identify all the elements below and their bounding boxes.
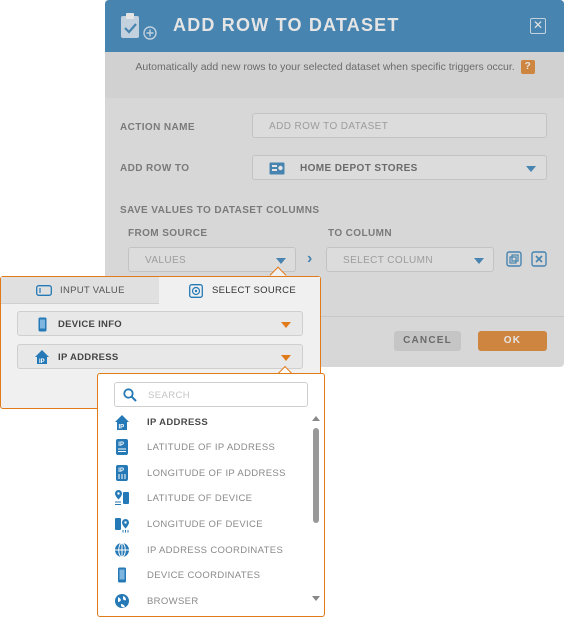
option-label: LONGITUDE OF IP ADDRESS [147,468,286,479]
option-label: LONGITUDE OF DEVICE [147,519,263,530]
ip-house-icon: IP [35,350,49,365]
svg-text:IP: IP [39,359,45,365]
scroll-up-arrow-icon[interactable] [312,416,320,421]
tab-source-label: SELECT SOURCE [212,285,296,296]
option-ip-address[interactable]: IP IP ADDRESS [114,410,306,435]
globe-icon [115,594,129,608]
phone-icon [118,567,126,583]
device-longitude-icon [115,518,129,533]
ip-latitude-icon: IP [116,439,128,455]
field-select[interactable]: IP IP ADDRESS [17,344,303,369]
search-placeholder: SEARCH [148,390,190,401]
option-label: IP ADDRESS [147,417,209,428]
ip-longitude-icon: IP [116,465,128,481]
tab-input-value[interactable]: INPUT VALUE [1,277,159,304]
option-label: LATITUDE OF DEVICE [147,493,253,504]
option-latitude-of-device[interactable]: LATITUDE OF DEVICE [114,486,306,511]
chevron-down-icon [281,322,291,328]
category-select-value: DEVICE INFO [58,319,123,330]
option-label: LATITUDE OF IP ADDRESS [147,442,276,453]
option-label: BROWSER [147,596,199,607]
option-browser[interactable]: BROWSER [114,589,306,614]
tab-input-label: INPUT VALUE [60,285,125,296]
source-target-icon [189,284,203,298]
text-field-icon [36,285,52,296]
option-device-coordinates[interactable]: DEVICE COORDINATES [114,563,306,588]
option-latitude-of-ip[interactable]: IP LATITUDE OF IP ADDRESS [114,435,306,460]
phone-icon [38,317,47,332]
chevron-down-icon [281,355,291,361]
category-select[interactable]: DEVICE INFO [17,311,303,336]
scrollbar-thumb[interactable] [313,428,319,523]
scrollbar[interactable] [311,414,321,604]
search-icon [123,388,137,402]
svg-text:IP: IP [119,425,125,431]
scroll-down-arrow-icon[interactable] [312,596,320,601]
field-select-value: IP ADDRESS [58,352,119,363]
option-longitude-of-ip[interactable]: IP LONGITUDE OF IP ADDRESS [114,461,306,486]
svg-text:IP: IP [118,442,124,448]
option-label: DEVICE COORDINATES [147,570,261,581]
option-ip-coordinates[interactable]: IP ADDRESS COORDINATES [114,538,306,563]
globe-grid-icon [115,542,129,558]
ip-house-icon: IP [115,415,129,431]
ip-options-dropdown: SEARCH IP IP ADDRESS IP LATITUDE OF IP A… [97,373,325,617]
device-latitude-icon [115,490,129,505]
tab-select-source[interactable]: SELECT SOURCE [159,277,320,304]
option-label: IP ADDRESS COORDINATES [147,545,284,556]
svg-text:IP: IP [118,468,124,474]
option-longitude-of-device[interactable]: LONGITUDE OF DEVICE [114,512,306,537]
search-input[interactable]: SEARCH [114,382,308,407]
